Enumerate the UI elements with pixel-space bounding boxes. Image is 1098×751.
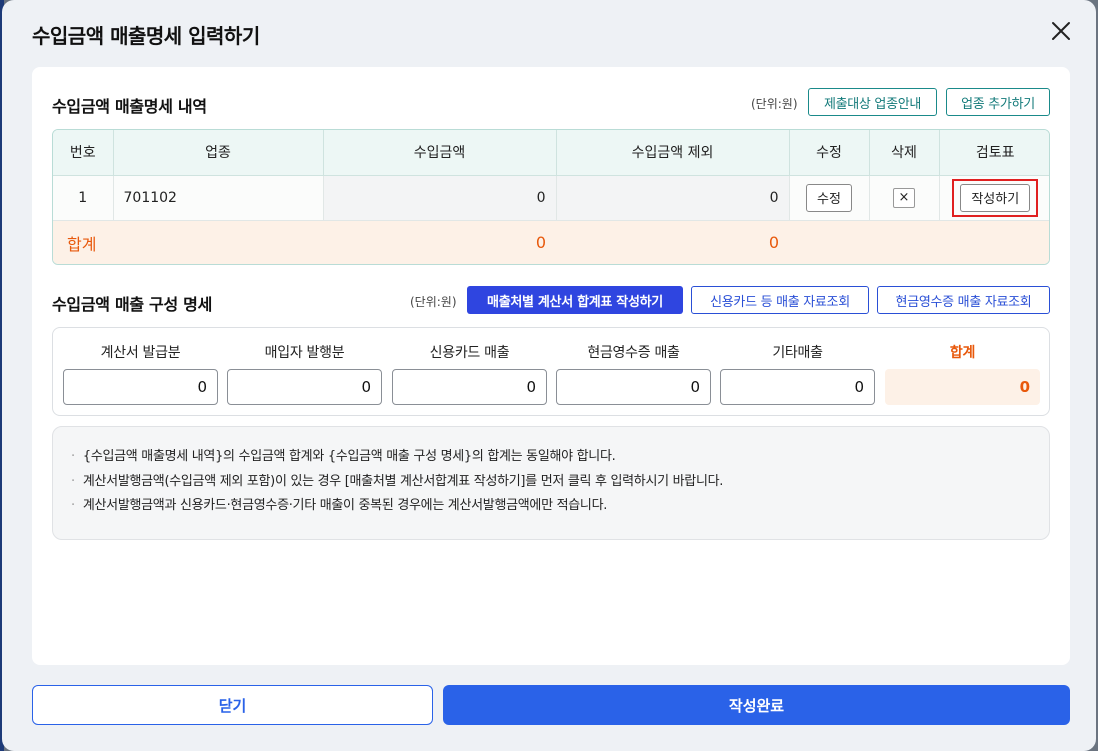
write-review-button[interactable]: 작성하기 [960,183,1031,212]
column-header: 수입금액 제외 [556,130,790,176]
total-excluded: 0 [556,220,789,264]
total-income: 0 [323,220,556,264]
column-header: 번호 [53,130,114,176]
industry-code: 701102 [113,175,324,221]
composition-section-title: 수입금액 매출 구성 명세 [52,295,213,314]
field-label-total: 합계 [949,345,976,361]
note-item: 계산서발행금액(수입금액 제외 포함)이 있는 경우 [매출처별 계산서합계표 … [71,470,1031,495]
detail-unit-label: (단위:원) [751,97,798,111]
row-number: 1 [53,175,114,221]
table-row: 1 701102 0 0 수정 × 작성하기 [53,175,1049,221]
column-header: 수입금액 [323,130,557,176]
delete-row-button[interactable]: × [893,187,915,208]
invoice-amount-input[interactable] [63,369,218,405]
excluded-amount: 0 [556,175,790,221]
field-label-invoice: 계산서 발급분 [100,345,181,361]
close-button[interactable]: 닫기 [32,685,433,725]
composition-unit-label: (단위:원) [410,295,457,309]
detail-section-title: 수입금액 매출명세 내역 [52,97,207,116]
field-label-other: 기타매출 [772,345,823,361]
modal-title: 수입금액 매출명세 입력하기 [32,24,260,48]
column-header: 검토표 [939,130,1049,176]
composition-box: 계산서 발급분 매입자 발행분 신용카드 매출 현금영수증 매출 기타매출 합계… [52,327,1050,416]
notes-box: {수입금액 매출명세 내역}의 수입금액 합계와 {수입금액 매출 구성 명세}… [52,426,1050,540]
detail-table: 번호 업종 수입금액 수입금액 제외 수정 삭제 검토표 1 701102 0 [52,129,1050,265]
card-sales-lookup-button[interactable]: 신용카드 등 매출 자료조회 [691,286,869,314]
edit-row-button[interactable]: 수정 [806,183,852,212]
field-label-buyer-issued: 매입자 발행분 [264,345,345,361]
composition-total-value: 0 [885,369,1040,405]
field-label-cash-receipt: 현금영수증 매출 [587,345,680,361]
income-amount: 0 [323,175,557,221]
add-industry-button[interactable]: 업종 추가하기 [946,88,1050,116]
table-header-row: 번호 업종 수입금액 수입금액 제외 수정 삭제 검토표 [53,130,1049,176]
cash-receipt-input[interactable] [556,369,711,405]
column-header: 수정 [789,130,870,176]
content-panel: 수입금액 매출명세 내역 (단위:원) 제출대상 업종안내 업종 추가하기 번호… [32,67,1070,665]
sales-summary-button[interactable]: 매출처별 계산서 합계표 작성하기 [467,286,683,314]
credit-card-input[interactable] [392,369,547,405]
buyer-issued-input[interactable] [227,369,382,405]
note-item: 계산서발행금액과 신용카드·현금영수증·기타 매출이 중복된 경우에는 계산서발… [71,494,1031,519]
total-label: 합계 [53,220,323,264]
modal-dialog: 수입금액 매출명세 입력하기 수입금액 매출명세 내역 (단위:원) 제출대상 … [2,0,1096,751]
column-header: 삭제 [869,130,940,176]
note-item: {수입금액 매출명세 내역}의 수입금액 합계와 {수입금액 매출 구성 명세}… [71,445,1031,470]
column-header: 업종 [113,130,324,176]
industry-guide-button[interactable]: 제출대상 업종안내 [808,88,937,116]
complete-button[interactable]: 작성완료 [443,685,1070,725]
cash-receipt-lookup-button[interactable]: 현금영수증 매출 자료조회 [877,286,1050,314]
highlight-box: 작성하기 [952,178,1039,217]
total-row: 합계 0 0 [53,220,1049,264]
close-icon[interactable] [1048,18,1074,44]
other-sales-input[interactable] [720,369,875,405]
field-label-credit-card: 신용카드 매출 [429,345,510,361]
